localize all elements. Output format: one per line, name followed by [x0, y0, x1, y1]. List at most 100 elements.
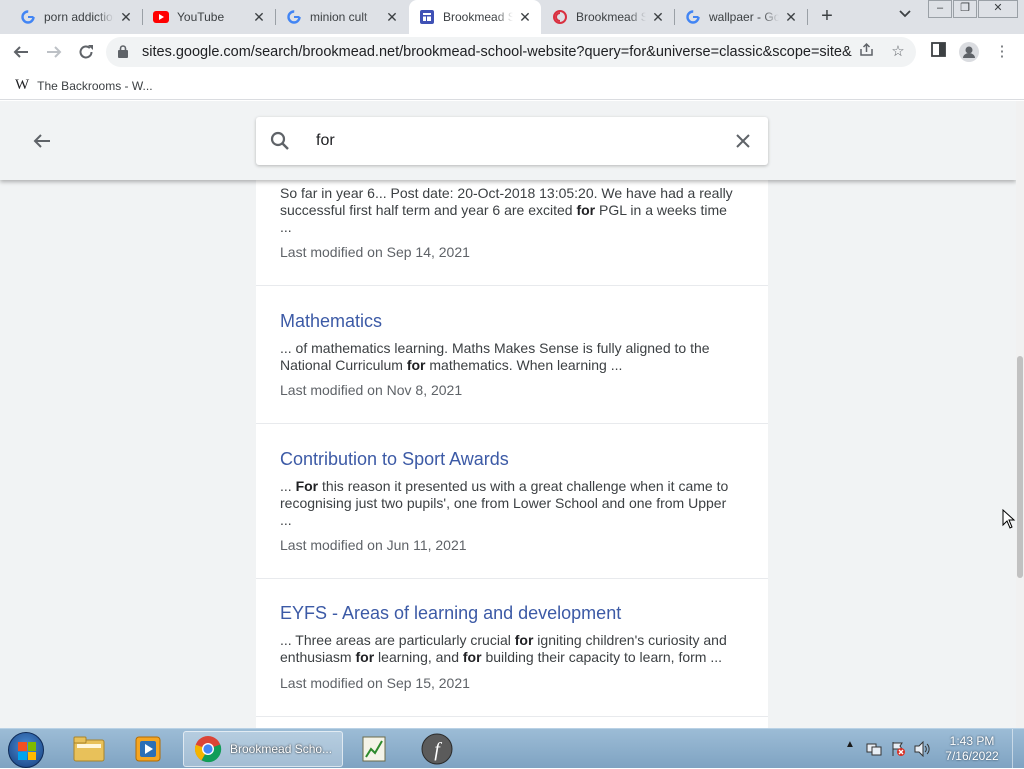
result-card[interactable]: Mathematics ... of mathematics learning.… [256, 286, 768, 424]
flash-player-icon[interactable]: f [413, 731, 461, 767]
close-tab-icon[interactable]: ✕ [251, 9, 267, 25]
tab-title: YouTube [177, 10, 225, 24]
last-modified: Last modified on Jun 11, 2021 [280, 537, 467, 553]
start-button[interactable] [8, 732, 44, 768]
last-modified: Last modified on Sep 14, 2021 [280, 244, 470, 260]
close-tab-icon[interactable]: ✕ [118, 9, 134, 25]
show-hidden-icons-icon[interactable]: ▲ [845, 739, 855, 750]
spreadsheet-app-icon[interactable] [350, 731, 398, 767]
site-search-header: for [0, 101, 1016, 180]
url-text[interactable]: sites.google.com/search/brookmead.net/br… [142, 44, 852, 60]
highlighted-term: for [576, 202, 596, 218]
close-tab-icon[interactable]: ✕ [650, 9, 666, 25]
share-icon[interactable] [856, 42, 876, 62]
tab-title: minion cult [310, 10, 368, 24]
windows-taskbar: Brookmead Scho... f ▲ 1:43 PM 7/16/2022 [0, 728, 1024, 769]
bookmarks-bar: W The Backrooms - W... [0, 70, 1024, 100]
search-results: So far in year 6... Post date: 20-Oct-20… [256, 101, 768, 728]
address-bar[interactable]: sites.google.com/search/brookmead.net/br… [106, 37, 916, 67]
file-explorer-icon[interactable] [65, 731, 113, 767]
highlighted-term: for [355, 649, 375, 665]
tab-porn-addiction[interactable]: porn addiction ✕ [10, 0, 142, 34]
result-title-link[interactable]: Contribution to Sport Awards [280, 449, 509, 470]
search-icon[interactable] [270, 131, 290, 151]
menu-kebab-icon[interactable]: ⋮ [992, 42, 1012, 62]
back-button[interactable] [9, 40, 33, 64]
browser-tab-strip: porn addiction ✕ YouTube ✕ minion cult ✕… [0, 0, 1024, 34]
last-modified: Last modified on Sep 15, 2021 [280, 675, 470, 691]
youtube-icon [153, 9, 169, 25]
close-tab-icon[interactable]: ✕ [384, 9, 400, 25]
wikipedia-icon: W [15, 77, 30, 93]
snippet-text: ... [280, 478, 296, 494]
bookmark-label: The Backrooms - W... [37, 78, 153, 93]
reload-button[interactable] [74, 40, 98, 64]
windows-logo-icon [18, 742, 36, 760]
result-title-link[interactable]: Mathematics [280, 311, 382, 332]
result-snippet: ... Three areas are particularly crucial… [280, 632, 740, 666]
highlighted-term: For [295, 478, 319, 494]
network-icon[interactable] [866, 741, 882, 760]
side-panel-icon[interactable] [928, 42, 948, 62]
google-icon [20, 9, 36, 25]
media-player-icon[interactable] [124, 731, 172, 767]
tab-wallpaer[interactable]: wallpaer - Google ✕ [675, 0, 807, 34]
site-search-box[interactable]: for [256, 117, 768, 165]
show-desktop-button[interactable] [1012, 729, 1024, 769]
google-icon [685, 9, 701, 25]
google-icon [286, 9, 302, 25]
restore-window-button[interactable]: ❐ [953, 0, 977, 18]
action-center-flag-icon[interactable] [890, 741, 906, 760]
taskbar-item-label: Brookmead Scho... [230, 742, 333, 756]
page-scrollbar[interactable] [1016, 101, 1024, 728]
result-snippet: ... of mathematics learning. Maths Makes… [280, 340, 740, 374]
result-snippet: ... For this reason it presented us with… [280, 478, 740, 529]
lock-icon[interactable] [118, 45, 128, 58]
highlighted-term: for [462, 649, 482, 665]
browser-toolbar: sites.google.com/search/brookmead.net/br… [0, 34, 1024, 70]
tab-title: Brookmead School [443, 10, 513, 24]
tab-brookmead-search-active[interactable]: Brookmead School ✕ [409, 0, 541, 34]
taskbar-chrome-brookmead[interactable]: Brookmead Scho... [183, 731, 343, 767]
bookmark-star-icon[interactable]: ☆ [888, 42, 908, 62]
snippet-text: building their capacity to learn, form .… [481, 649, 723, 665]
system-clock[interactable]: 1:43 PM 7/16/2022 [936, 734, 1008, 764]
highlighted-term: for [406, 357, 426, 373]
tab-separator [807, 9, 808, 25]
scrollbar-thumb[interactable] [1017, 356, 1023, 578]
bookmark-backrooms[interactable]: W The Backrooms - W... [15, 77, 153, 94]
tab-youtube[interactable]: YouTube ✕ [143, 0, 275, 34]
search-query-input[interactable]: for [316, 132, 335, 150]
snippet-text: this reason it presented us with a great… [280, 478, 729, 528]
back-arrow-icon[interactable] [30, 129, 54, 153]
forward-button[interactable] [42, 40, 66, 64]
tab-title: wallpaer - Google [709, 10, 779, 24]
tab-title: Brookmead School [576, 10, 646, 24]
snippet-text: learning, and [374, 649, 463, 665]
close-tab-icon[interactable]: ✕ [517, 9, 533, 25]
tab-brookmead-school[interactable]: Brookmead School ✕ [542, 0, 674, 34]
result-card[interactable]: Contribution to Sport Awards ... For thi… [256, 424, 768, 579]
mouse-cursor-icon [1002, 509, 1016, 529]
google-sites-icon [419, 9, 435, 25]
tab-title: porn addiction [44, 10, 114, 24]
result-snippet: So far in year 6... Post date: 20-Oct-20… [280, 185, 740, 236]
volume-icon[interactable] [914, 740, 930, 760]
new-tab-button[interactable]: + [815, 5, 839, 29]
close-window-button[interactable]: ✕ [978, 0, 1018, 18]
minimize-window-button[interactable]: – [928, 0, 952, 18]
clear-search-icon[interactable] [732, 130, 754, 152]
result-card[interactable] [256, 717, 768, 728]
page-content: So far in year 6... Post date: 20-Oct-20… [0, 101, 1016, 728]
snippet-text: mathematics. When learning ... [425, 357, 623, 373]
clock-time: 1:43 PM [949, 734, 995, 748]
tab-minion-cult[interactable]: minion cult ✕ [276, 0, 408, 34]
tab-search-chevron-icon[interactable] [896, 7, 914, 25]
profile-avatar-icon[interactable] [959, 42, 979, 62]
brookmead-icon [552, 9, 568, 25]
result-title-link[interactable]: EYFS - Areas of learning and development [280, 603, 621, 624]
snippet-text: ... Three areas are particularly crucial [280, 632, 515, 648]
clock-date: 7/16/2022 [945, 749, 999, 763]
close-tab-icon[interactable]: ✕ [783, 9, 799, 25]
result-card[interactable]: EYFS - Areas of learning and development… [256, 579, 768, 717]
